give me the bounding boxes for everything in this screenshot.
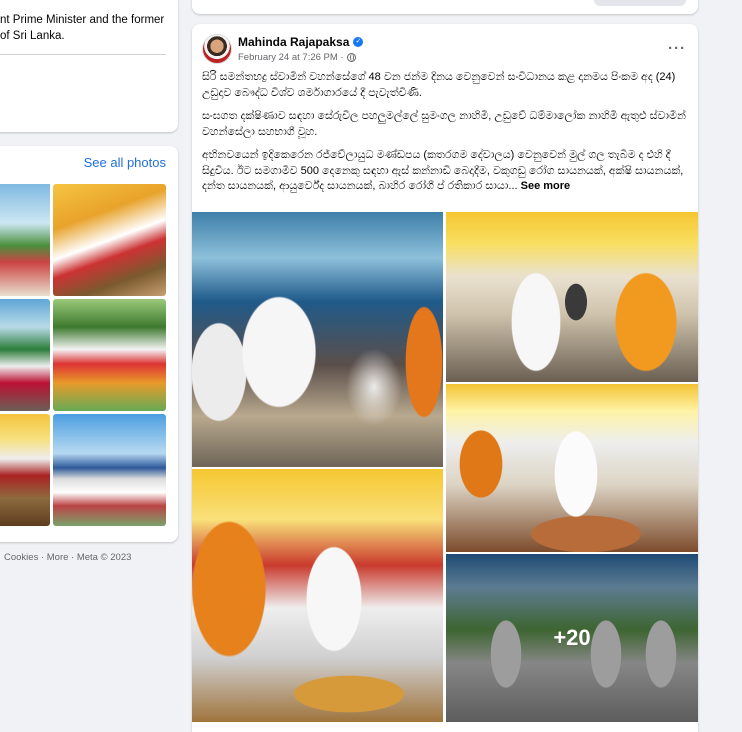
previous-post-button[interactable] [594,0,686,6]
post-timestamp[interactable]: February 24 at 7:26 PM · [238,52,344,63]
photos-card: See all photos [0,146,178,542]
post-card: Mahinda Rajapaksa ✓ February 24 at 7:26 … [192,24,698,732]
divider [0,54,166,55]
more-options-icon[interactable]: ··· [668,40,686,57]
photo-thumbnail[interactable] [0,299,50,411]
avatar[interactable] [202,34,232,64]
post-paragraph: සංඝගත දක්ෂිණාව සඳහා සේරුවිල පහලුමල්ලේ සු… [202,110,686,138]
see-all-photos-link[interactable]: See all photos [84,155,166,170]
photo-thumbnail[interactable] [53,184,166,296]
intro-text-line1: nt Prime Minister and the former [0,14,165,26]
photo-thumbnail[interactable] [0,184,50,296]
post-photo[interactable] [192,212,443,467]
more-photos-overlay: +20 [446,554,698,722]
post-paragraph: අභිනවයෙන් ඉදිකෙරෙන රජ්වේලායුධ මණ්ඩපය (කත… [202,148,690,195]
post-header: Mahinda Rajapaksa ✓ February 24 at 7:26 … [202,34,692,68]
globe-icon[interactable] [346,53,356,62]
post-photo[interactable] [446,384,698,552]
post-photo[interactable] [446,212,698,382]
author-row: Mahinda Rajapaksa ✓ [238,35,364,49]
photo-thumbnail[interactable] [0,414,50,526]
post-meta: February 24 at 7:26 PM · [238,52,356,63]
post-photo-more[interactable]: +20 [446,554,698,722]
see-more-link[interactable]: See more [521,180,571,192]
photo-collage: +20 [192,212,698,722]
photo-grid [0,184,166,526]
verified-badge-icon: ✓ [353,37,364,47]
post-photo[interactable] [192,469,443,722]
footer-links[interactable]: Cookies · More · Meta © 2023 [4,552,131,563]
intro-card: nt Prime Minister and the former of Sri … [0,0,178,132]
photo-thumbnail[interactable] [53,299,166,411]
photo-thumbnail[interactable] [53,414,166,526]
post-paragraph-text: අභිනවයෙන් ඉදිකෙරෙන රජ්වේලායුධ මණ්ඩපය (කත… [202,149,684,192]
author-name[interactable]: Mahinda Rajapaksa [238,35,349,49]
post-paragraph: සිරි සමන්තභද්‍ර ස්වාමීන් වහන්සේගේ 48 වන … [202,71,676,99]
post-text: සිරි සමන්තභද්‍ර ස්වාමීන් වහන්සේගේ 48 වන … [202,70,690,203]
more-photos-count: +20 [553,625,591,650]
intro-text-line2: of Sri Lanka. [0,30,65,42]
